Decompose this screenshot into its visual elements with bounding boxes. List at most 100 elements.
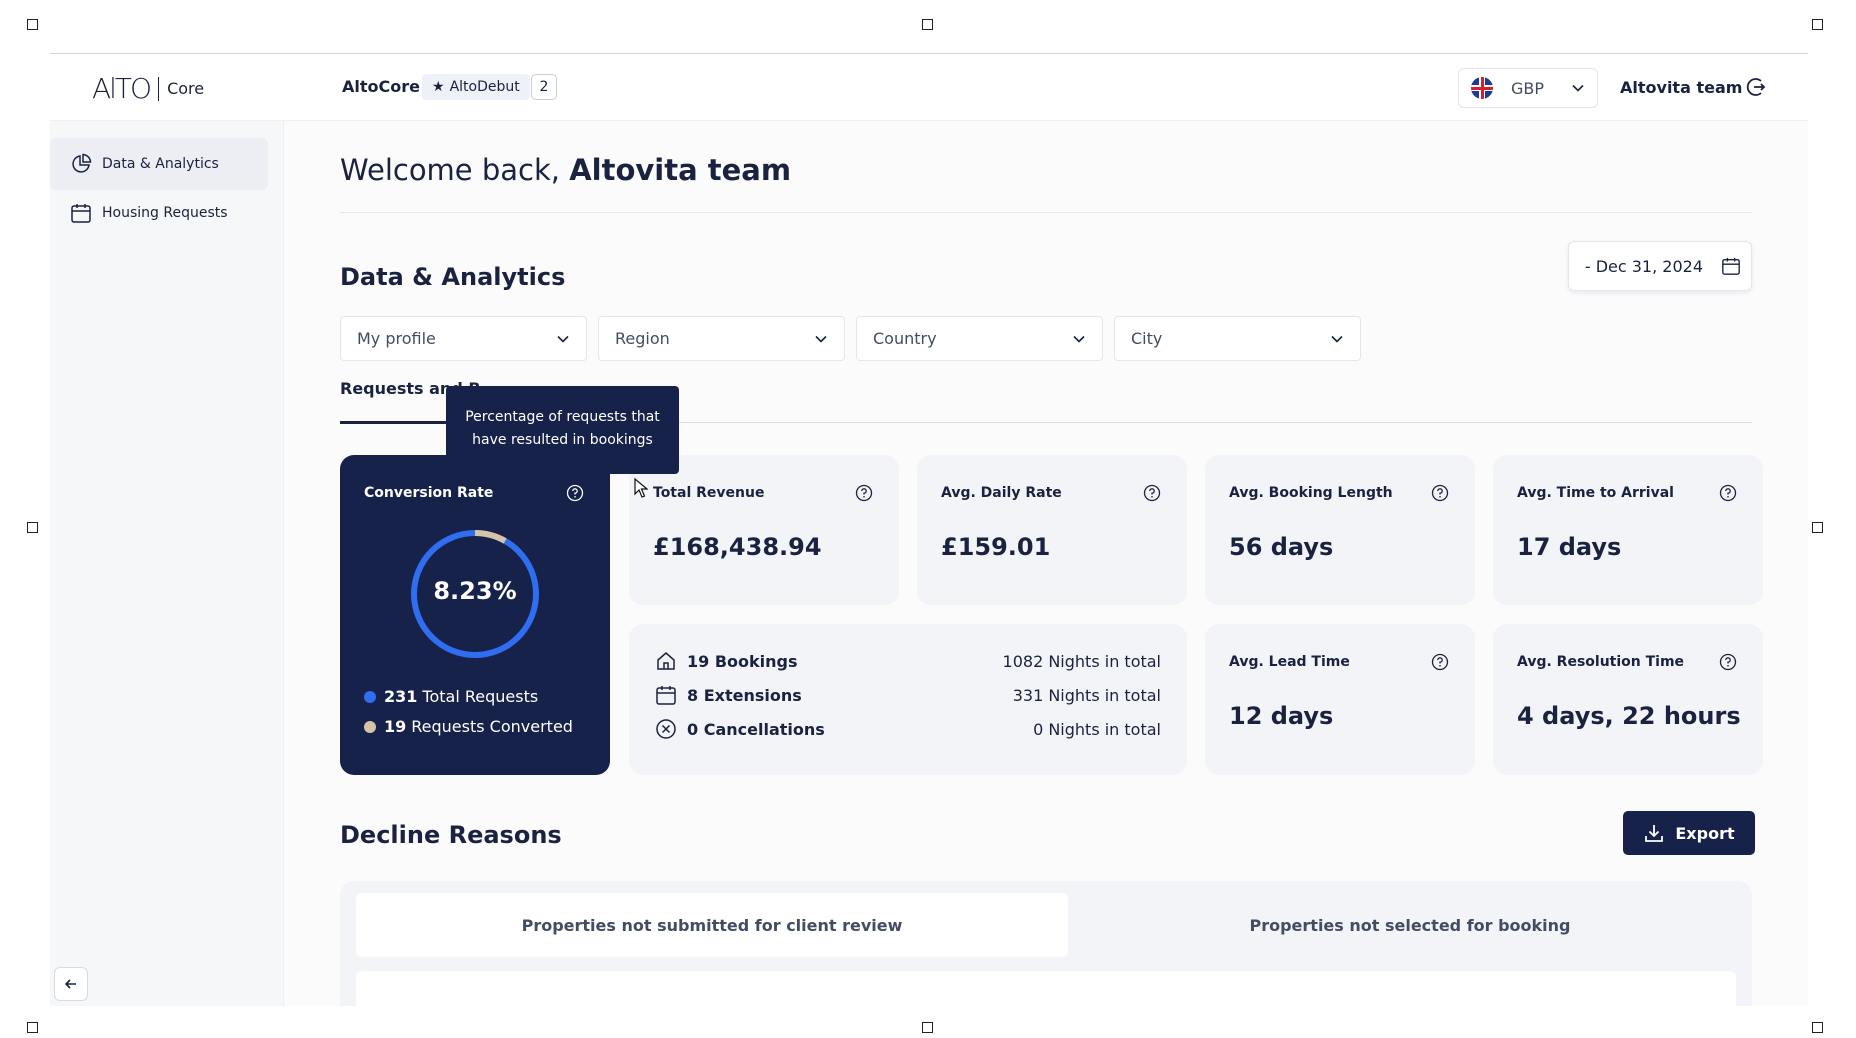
resize-handle-middle-left[interactable] — [27, 522, 38, 533]
bookings-label: 19 Bookings — [687, 651, 798, 671]
metric-card-avg-lead-time: Avg. Lead Time 12 days — [1205, 624, 1475, 775]
card-title: Conversion Rate — [364, 485, 494, 501]
card-title: Avg. Booking Length — [1229, 485, 1393, 501]
pie-chart-icon — [72, 153, 92, 173]
tab-not-submitted-for-review[interactable]: Properties not submitted for client revi… — [356, 893, 1068, 957]
resize-handle-bottom-right[interactable] — [1812, 1022, 1823, 1033]
mouse-cursor-icon — [634, 478, 648, 498]
card-title: Avg. Daily Rate — [941, 485, 1062, 501]
calendar-icon — [1722, 257, 1740, 275]
app-window: AlTO Core AltoCore ★ AltoDebut 2 GBP Alt… — [50, 54, 1808, 1006]
resize-handle-top-center[interactable] — [922, 19, 933, 30]
home-icon — [657, 652, 675, 670]
total-requests-count: 231 — [384, 687, 418, 706]
card-title: Avg. Time to Arrival — [1517, 485, 1674, 501]
cancellations-nights: 0 Nights in total — [1033, 719, 1161, 739]
sidebar: Data & Analytics Housing Requests — [50, 121, 284, 1006]
resize-handle-top-right[interactable] — [1812, 19, 1823, 30]
logout-icon[interactable] — [1742, 74, 1768, 100]
extensions-row: 8 Extensions 331 Nights in total — [655, 684, 1161, 706]
cancel-circle-icon — [656, 719, 676, 739]
card-title: Avg. Resolution Time — [1517, 654, 1685, 670]
card-value: £159.01 — [941, 533, 1051, 561]
tab-not-selected-for-booking[interactable]: Properties not selected for booking — [1068, 893, 1752, 957]
legend-total-requests: 231 Total Requests — [364, 687, 538, 706]
cancellations-row: 0 Cancellations 0 Nights in total — [655, 718, 1161, 740]
altodebut-badge[interactable]: ★ AltoDebut — [422, 74, 530, 100]
conversion-rate-card: Conversion Rate 8.23% 231 Total Requests… — [340, 455, 610, 775]
uk-flag-icon — [1471, 77, 1493, 99]
logo[interactable]: AlTO Core — [92, 72, 204, 105]
resize-handle-bottom-left[interactable] — [27, 1022, 38, 1033]
converted-label: Requests Converted — [411, 717, 573, 736]
region-filter-dropdown[interactable]: Region — [598, 316, 845, 361]
profile-filter-dropdown[interactable]: My profile — [340, 316, 587, 361]
help-icon[interactable] — [1719, 484, 1737, 502]
metric-card-total-revenue: Total Revenue £168,438.94 — [629, 455, 899, 605]
welcome-heading: Welcome back, Altovita team — [340, 153, 791, 187]
chevron-down-icon — [1073, 335, 1085, 343]
main-content: Welcome back, Altovita team Data & Analy… — [284, 121, 1808, 1006]
chevron-down-icon — [1572, 84, 1584, 92]
logo-mark: AlTO — [92, 72, 152, 105]
conversion-rate-value: 8.23% — [433, 577, 517, 605]
city-filter-dropdown[interactable]: City — [1114, 316, 1361, 361]
card-value: 12 days — [1229, 702, 1334, 730]
currency-selector[interactable]: GBP — [1458, 68, 1598, 108]
help-icon[interactable] — [1143, 484, 1161, 502]
collapse-sidebar-button[interactable] — [54, 967, 88, 1001]
top-bar: AlTO Core AltoCore ★ AltoDebut 2 GBP Alt… — [50, 54, 1808, 121]
cancellations-label: 0 Cancellations — [687, 719, 825, 739]
card-title: Total Revenue — [653, 485, 765, 501]
dropdown-value: City — [1131, 329, 1163, 348]
chevron-down-icon — [815, 335, 827, 343]
divider — [340, 212, 1752, 213]
legend-dot-converted — [364, 720, 376, 733]
decline-reasons-panel: Properties not submitted for client revi… — [340, 881, 1752, 1006]
converted-count: 19 — [384, 717, 407, 736]
chevron-down-icon — [1331, 335, 1343, 343]
sidebar-item-housing-requests[interactable]: Housing Requests — [50, 187, 268, 239]
metric-card-avg-time-to-arrival: Avg. Time to Arrival 17 days — [1493, 455, 1763, 605]
logo-separator — [158, 76, 160, 101]
sidebar-item-data-analytics[interactable]: Data & Analytics — [50, 138, 268, 190]
calendar-icon — [656, 686, 676, 705]
help-icon[interactable] — [1431, 484, 1449, 502]
help-icon[interactable] — [1719, 653, 1737, 671]
resize-handle-top-left[interactable] — [27, 19, 38, 30]
arrow-left-icon — [64, 979, 76, 989]
legend-requests-converted: 19 Requests Converted — [364, 717, 573, 736]
sidebar-item-label: Housing Requests — [102, 205, 228, 221]
decline-reasons-title: Decline Reasons — [340, 821, 562, 849]
active-tab-indicator — [340, 421, 460, 424]
help-icon[interactable] — [566, 484, 584, 502]
chevron-down-icon — [557, 335, 569, 343]
card-value: £168,438.94 — [653, 533, 822, 561]
dropdown-value: Region — [615, 329, 670, 348]
dropdown-value: My profile — [357, 329, 436, 348]
bookings-summary-card: 19 Bookings 1082 Nights in total 8 Exten… — [629, 624, 1187, 775]
bookings-row: 19 Bookings 1082 Nights in total — [655, 650, 1161, 672]
card-value: 17 days — [1517, 533, 1622, 561]
card-title: Avg. Lead Time — [1229, 654, 1350, 670]
date-range-picker[interactable]: Jan 1, 2024 - Dec 31, 2024 — [1568, 241, 1752, 291]
decline-reasons-content — [356, 971, 1736, 1006]
metric-card-avg-booking-length: Avg. Booking Length 56 days — [1205, 455, 1475, 605]
welcome-name: Altovita team — [569, 153, 792, 187]
logo-product: Core — [167, 79, 205, 98]
download-icon — [1645, 825, 1664, 842]
help-icon[interactable] — [1431, 653, 1449, 671]
team-name: Altovita team — [1620, 78, 1743, 97]
currency-value: GBP — [1511, 78, 1545, 98]
resize-handle-bottom-center[interactable] — [922, 1022, 933, 1033]
bookings-nights: 1082 Nights in total — [1002, 651, 1161, 671]
extensions-label: 8 Extensions — [687, 685, 802, 705]
conversion-rate-tooltip: Percentage of requests that have resulte… — [446, 386, 679, 474]
dropdown-value: Country — [873, 329, 937, 348]
star-icon: ★ — [432, 79, 445, 95]
help-icon[interactable] — [855, 484, 873, 502]
export-button[interactable]: Export — [1623, 811, 1755, 855]
resize-handle-middle-right[interactable] — [1812, 522, 1823, 533]
country-filter-dropdown[interactable]: Country — [856, 316, 1103, 361]
page-title: Data & Analytics — [340, 263, 566, 291]
